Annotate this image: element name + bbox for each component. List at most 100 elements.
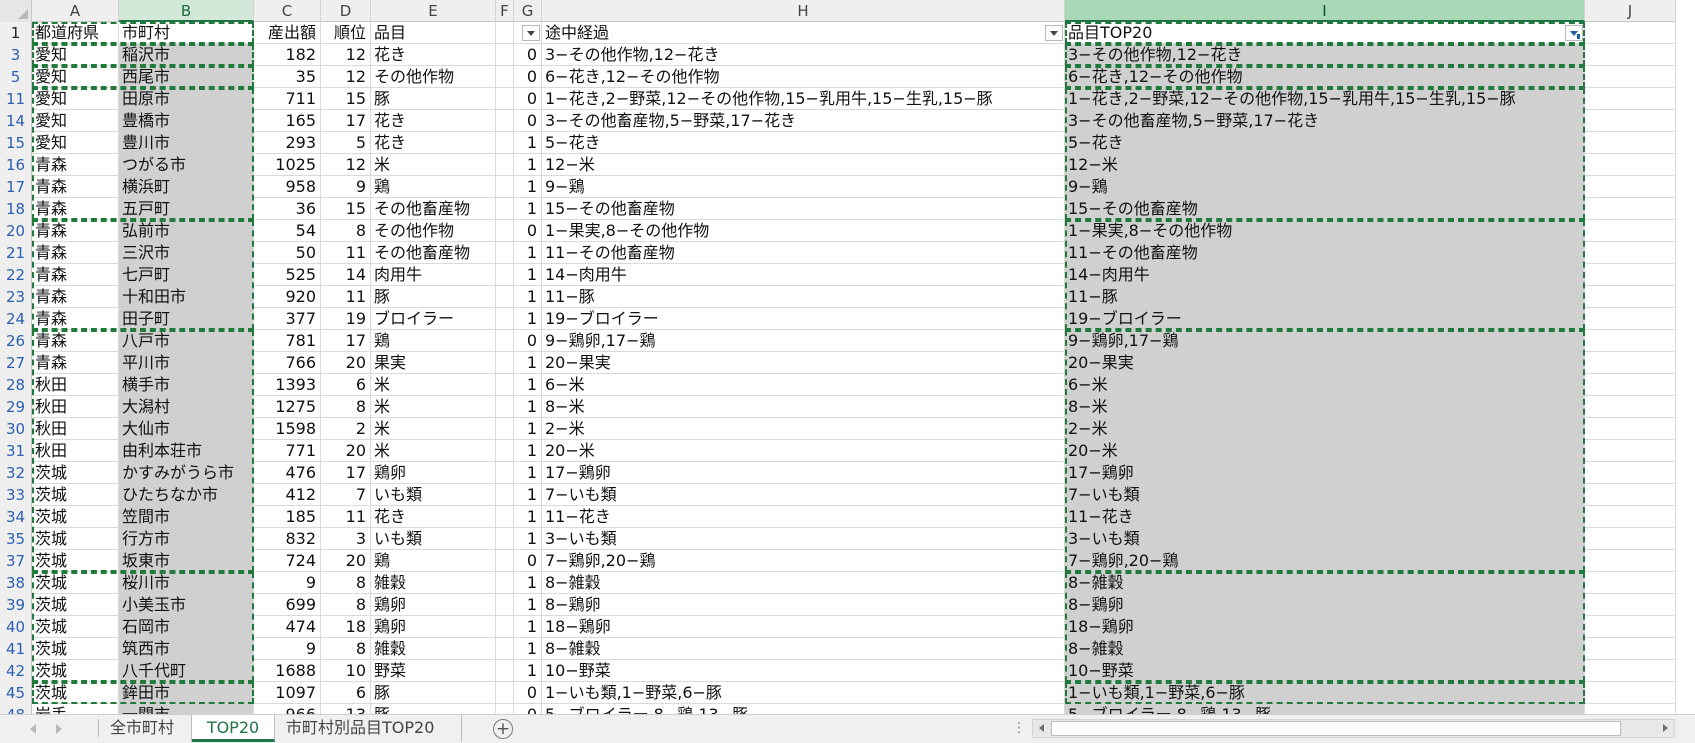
cell[interactable]: 茨城: [32, 484, 119, 506]
cell[interactable]: 1: [514, 660, 542, 682]
cell[interactable]: 米: [371, 418, 496, 440]
cell[interactable]: 14: [321, 264, 371, 286]
cell[interactable]: 米: [371, 374, 496, 396]
cell[interactable]: [1585, 352, 1676, 374]
cell[interactable]: 秋田: [32, 374, 119, 396]
filter-dropdown-icon[interactable]: [1045, 25, 1063, 41]
cell[interactable]: 花き: [371, 132, 496, 154]
cell[interactable]: [1585, 484, 1676, 506]
cell[interactable]: 10−野菜: [542, 660, 1065, 682]
cell[interactable]: 19−ブロイラー: [542, 308, 1065, 330]
cell[interactable]: [1585, 682, 1676, 704]
tab-all-municipalities[interactable]: 全市町村: [100, 715, 192, 742]
column-header-h[interactable]: H: [542, 0, 1065, 22]
cell[interactable]: 1: [514, 506, 542, 528]
cell[interactable]: 秋田: [32, 396, 119, 418]
cell[interactable]: 5−花き: [1065, 132, 1585, 154]
cell[interactable]: 秋田: [32, 440, 119, 462]
cell[interactable]: 由利本荘市: [119, 440, 254, 462]
cell[interactable]: 青森: [32, 330, 119, 352]
cell[interactable]: 6−米: [1065, 374, 1585, 396]
row-number[interactable]: 11: [0, 88, 32, 110]
cell[interactable]: 12−米: [542, 154, 1065, 176]
cell[interactable]: 1598: [254, 418, 321, 440]
cell[interactable]: [496, 44, 514, 66]
cell[interactable]: 9−鶏: [542, 176, 1065, 198]
cell[interactable]: 1: [514, 418, 542, 440]
cell[interactable]: 愛知: [32, 132, 119, 154]
cell[interactable]: 青森: [32, 154, 119, 176]
cell[interactable]: 5−花き: [542, 132, 1065, 154]
cell[interactable]: 185: [254, 506, 321, 528]
filter-active-icon[interactable]: [1565, 25, 1583, 41]
cell[interactable]: 412: [254, 484, 321, 506]
cell[interactable]: 西尾市: [119, 66, 254, 88]
cell[interactable]: 11−豚: [1065, 286, 1585, 308]
cell[interactable]: 11−花き: [542, 506, 1065, 528]
column-title-cell[interactable]: 市町村: [119, 22, 254, 44]
cell[interactable]: 3: [321, 528, 371, 550]
filter-dropdown-icon[interactable]: [522, 25, 540, 41]
cell[interactable]: 724: [254, 550, 321, 572]
cell[interactable]: 17−鶏卵: [1065, 462, 1585, 484]
scroll-left-icon[interactable]: [1033, 720, 1050, 737]
cell[interactable]: 5: [321, 132, 371, 154]
cell[interactable]: その他畜産物: [371, 242, 496, 264]
cell[interactable]: 17−鶏卵: [542, 462, 1065, 484]
cell[interactable]: 1−花き,2−野菜,12−その他作物,15−乳用牛,15−生乳,15−豚: [542, 88, 1065, 110]
cell[interactable]: 3−いも類: [1065, 528, 1585, 550]
cell[interactable]: [1585, 550, 1676, 572]
cell[interactable]: 17: [321, 330, 371, 352]
cell[interactable]: 15: [321, 198, 371, 220]
cell[interactable]: [1585, 330, 1676, 352]
cell[interactable]: [496, 132, 514, 154]
cell[interactable]: 920: [254, 286, 321, 308]
cell[interactable]: 肉用牛: [371, 264, 496, 286]
cell[interactable]: 鶏: [371, 330, 496, 352]
cell[interactable]: 1: [514, 352, 542, 374]
cell[interactable]: 0: [514, 682, 542, 704]
cell[interactable]: 横手市: [119, 374, 254, 396]
cell[interactable]: 18: [321, 616, 371, 638]
cell[interactable]: 雑穀: [371, 572, 496, 594]
cell[interactable]: 15: [321, 88, 371, 110]
cell[interactable]: 11: [321, 506, 371, 528]
cell[interactable]: 7−いも類: [542, 484, 1065, 506]
cell[interactable]: 0: [514, 66, 542, 88]
cell[interactable]: 石岡市: [119, 616, 254, 638]
cell[interactable]: [1585, 110, 1676, 132]
cell[interactable]: 15−その他畜産物: [542, 198, 1065, 220]
column-header-d[interactable]: D: [321, 0, 371, 22]
cell[interactable]: 豚: [371, 88, 496, 110]
row-number[interactable]: 33: [0, 484, 32, 506]
cell[interactable]: [1585, 132, 1676, 154]
cell[interactable]: 1: [514, 374, 542, 396]
cell[interactable]: 1: [514, 572, 542, 594]
row-number[interactable]: 20: [0, 220, 32, 242]
row-number[interactable]: 35: [0, 528, 32, 550]
row-number[interactable]: 26: [0, 330, 32, 352]
cell[interactable]: 桜川市: [119, 572, 254, 594]
column-header-f[interactable]: F: [496, 0, 514, 22]
row-number[interactable]: 27: [0, 352, 32, 374]
cell[interactable]: 豚: [371, 286, 496, 308]
cell[interactable]: 米: [371, 396, 496, 418]
cell[interactable]: 1: [514, 154, 542, 176]
cell[interactable]: 茨城: [32, 638, 119, 660]
tab-scroll-left-icon[interactable]: [30, 724, 36, 734]
cell[interactable]: 293: [254, 132, 321, 154]
spreadsheet-grid[interactable]: ABCDEFGHIJ 1都道府県市町村産出額順位品目E途中経過品目TOP203愛…: [0, 0, 1676, 714]
column-header-e[interactable]: E: [371, 0, 496, 22]
cell[interactable]: [496, 704, 514, 714]
cell[interactable]: [1585, 594, 1676, 616]
cell[interactable]: 20−米: [542, 440, 1065, 462]
cell[interactable]: 青森: [32, 220, 119, 242]
cell[interactable]: 8−米: [542, 396, 1065, 418]
cell[interactable]: 青森: [32, 242, 119, 264]
cell[interactable]: 9: [254, 638, 321, 660]
cell[interactable]: [496, 572, 514, 594]
cell[interactable]: [496, 198, 514, 220]
cell[interactable]: 2−米: [1065, 418, 1585, 440]
cell[interactable]: [1585, 220, 1676, 242]
cell[interactable]: 8−雑穀: [1065, 572, 1585, 594]
